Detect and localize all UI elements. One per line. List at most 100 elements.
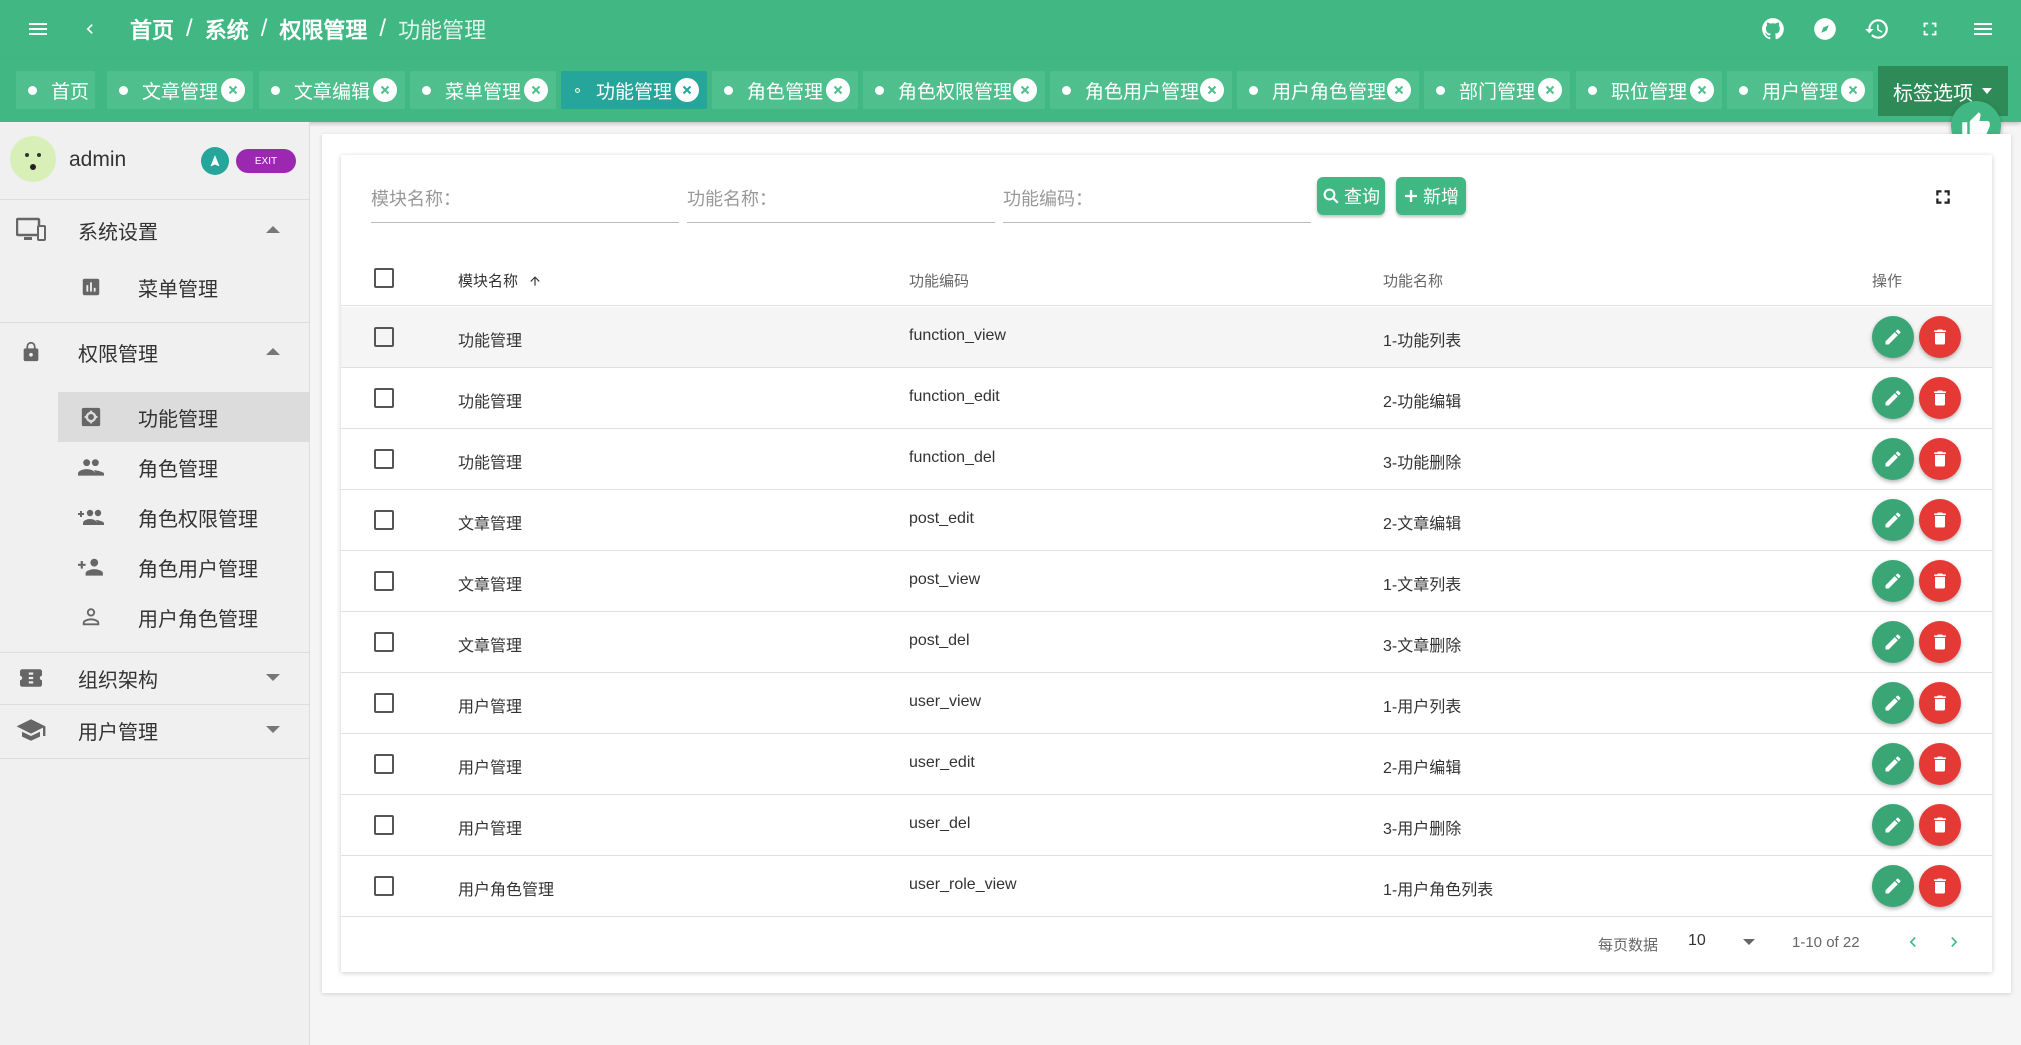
row-checkbox[interactable] xyxy=(374,754,394,774)
delete-button[interactable] xyxy=(1919,560,1961,602)
edit-button[interactable] xyxy=(1872,804,1914,846)
back-chevron-icon[interactable] xyxy=(72,11,108,47)
tab-menu-manage[interactable]: 菜单管理 xyxy=(410,71,556,109)
breadcrumb-home[interactable]: 首页 xyxy=(130,13,174,45)
exit-button[interactable]: EXIT xyxy=(236,149,296,173)
tab-role-permission-manage[interactable]: 角色权限管理 xyxy=(863,71,1045,109)
tab-role-manage[interactable]: 角色管理 xyxy=(712,71,858,109)
row-checkbox[interactable] xyxy=(374,815,394,835)
add-button[interactable]: 新增 xyxy=(1396,177,1466,215)
close-icon[interactable] xyxy=(1387,78,1411,102)
close-icon[interactable] xyxy=(524,78,548,102)
close-icon[interactable] xyxy=(1841,78,1865,102)
table-row[interactable]: 文章管理 post_edit 2-文章编辑 xyxy=(341,490,1992,551)
next-page-icon[interactable] xyxy=(1942,930,1966,954)
sidebar-item-role-manage[interactable]: 角色管理 xyxy=(58,442,310,492)
fullscreen-icon[interactable] xyxy=(1912,11,1948,47)
sidebar-item-function-manage[interactable]: 功能管理 xyxy=(58,392,310,442)
edit-button[interactable] xyxy=(1872,682,1914,724)
close-icon[interactable] xyxy=(1013,78,1037,102)
prev-page-icon[interactable] xyxy=(1901,930,1925,954)
close-icon[interactable] xyxy=(373,78,397,102)
close-icon[interactable] xyxy=(675,78,699,102)
query-button[interactable]: 查询 xyxy=(1317,177,1385,215)
delete-button[interactable] xyxy=(1919,316,1961,358)
breadcrumb-system[interactable]: 系统 xyxy=(205,13,249,45)
delete-button[interactable] xyxy=(1919,621,1961,663)
table-row[interactable]: 功能管理 function_view 1-功能列表 xyxy=(341,307,1992,368)
column-header-module[interactable]: 模块名称 xyxy=(458,270,542,291)
nav-group-system-settings[interactable]: 系统设置 xyxy=(0,202,310,258)
row-checkbox[interactable] xyxy=(374,449,394,469)
tab-post-manage[interactable]: 文章管理 xyxy=(107,71,253,109)
nav-group-permissions[interactable]: 权限管理 xyxy=(0,324,310,380)
menu-icon[interactable] xyxy=(20,11,56,47)
table-row[interactable]: 功能管理 function_del 3-功能删除 xyxy=(341,429,1992,490)
tab-position-manage[interactable]: 职位管理 xyxy=(1576,71,1722,109)
close-icon[interactable] xyxy=(1200,78,1224,102)
tab-role-user-manage[interactable]: 角色用户管理 xyxy=(1050,71,1232,109)
edit-button[interactable] xyxy=(1872,743,1914,785)
tab-department-manage[interactable]: 部门管理 xyxy=(1424,71,1570,109)
github-icon[interactable] xyxy=(1755,11,1791,47)
delete-button[interactable] xyxy=(1919,682,1961,724)
row-checkbox[interactable] xyxy=(374,571,394,591)
column-header-code[interactable]: 功能编码 xyxy=(909,270,969,291)
edit-button[interactable] xyxy=(1872,438,1914,480)
function-name-search-input[interactable]: 功能名称： xyxy=(687,179,995,223)
delete-button[interactable] xyxy=(1919,743,1961,785)
edit-button[interactable] xyxy=(1872,621,1914,663)
close-icon[interactable] xyxy=(826,78,850,102)
edit-button[interactable] xyxy=(1872,316,1914,358)
table-row[interactable]: 文章管理 post_del 3-文章删除 xyxy=(341,612,1992,673)
more-menu-icon[interactable] xyxy=(1965,11,2001,47)
tab-user-manage[interactable]: 用户管理 xyxy=(1727,71,1873,109)
sidebar-item-user-role-manage[interactable]: 用户角色管理 xyxy=(58,592,310,642)
table-fullscreen-icon[interactable] xyxy=(1931,185,1955,209)
module-name-search-input[interactable]: 模块名称： xyxy=(371,179,679,223)
row-checkbox[interactable] xyxy=(374,693,394,713)
nav-group-organization[interactable]: 组织架构 xyxy=(0,650,310,706)
sidebar-item-role-permission-manage[interactable]: 角色权限管理 xyxy=(58,492,310,542)
close-icon[interactable] xyxy=(221,78,245,102)
tab-user-role-manage[interactable]: 用户角色管理 xyxy=(1237,71,1419,109)
caret-down-icon[interactable] xyxy=(1743,939,1755,945)
row-checkbox[interactable] xyxy=(374,327,394,347)
delete-button[interactable] xyxy=(1919,377,1961,419)
close-icon[interactable] xyxy=(1538,78,1562,102)
edit-button[interactable] xyxy=(1872,377,1914,419)
edit-button[interactable] xyxy=(1872,499,1914,541)
delete-button[interactable] xyxy=(1919,865,1961,907)
tab-post-edit[interactable]: 文章编辑 xyxy=(259,71,405,109)
table-row[interactable]: 文章管理 post_view 1-文章列表 xyxy=(341,551,1992,612)
history-icon[interactable] xyxy=(1859,11,1895,47)
delete-button[interactable] xyxy=(1919,499,1961,541)
table-row[interactable]: 用户管理 user_edit 2-用户编辑 xyxy=(341,734,1992,795)
row-checkbox[interactable] xyxy=(374,510,394,530)
table-row[interactable]: 用户角色管理 user_role_view 1-用户角色列表 xyxy=(341,856,1992,917)
edit-button[interactable] xyxy=(1872,865,1914,907)
delete-button[interactable] xyxy=(1919,438,1961,480)
breadcrumb-permissions[interactable]: 权限管理 xyxy=(279,13,367,45)
edit-button[interactable] xyxy=(1872,560,1914,602)
compass-icon[interactable] xyxy=(1807,11,1843,47)
row-checkbox[interactable] xyxy=(374,388,394,408)
row-checkbox[interactable] xyxy=(374,632,394,652)
function-code-search-input[interactable]: 功能编码： xyxy=(1003,179,1311,223)
select-all-checkbox[interactable] xyxy=(374,268,394,288)
close-icon[interactable] xyxy=(1690,78,1714,102)
sidebar-item-menu-manage[interactable]: 菜单管理 xyxy=(58,262,310,312)
table-row[interactable]: 用户管理 user_view 1-用户列表 xyxy=(341,673,1992,734)
tab-home[interactable]: 首页 xyxy=(16,71,95,109)
row-checkbox[interactable] xyxy=(374,876,394,896)
delete-button[interactable] xyxy=(1919,804,1961,846)
sidebar-item-role-user-manage[interactable]: 角色用户管理 xyxy=(58,542,310,592)
navigation-icon[interactable] xyxy=(201,147,229,175)
table-row[interactable]: 功能管理 function_edit 2-功能编辑 xyxy=(341,368,1992,429)
table-row[interactable]: 用户管理 user_del 3-用户删除 xyxy=(341,795,1992,856)
nav-group-user-manage[interactable]: 用户管理 xyxy=(0,702,310,758)
avatar[interactable] xyxy=(10,136,56,182)
column-header-name[interactable]: 功能名称 xyxy=(1383,270,1443,291)
rows-per-page-select[interactable]: 10 xyxy=(1688,932,1706,950)
tab-function-manage[interactable]: 功能管理 xyxy=(561,71,707,109)
